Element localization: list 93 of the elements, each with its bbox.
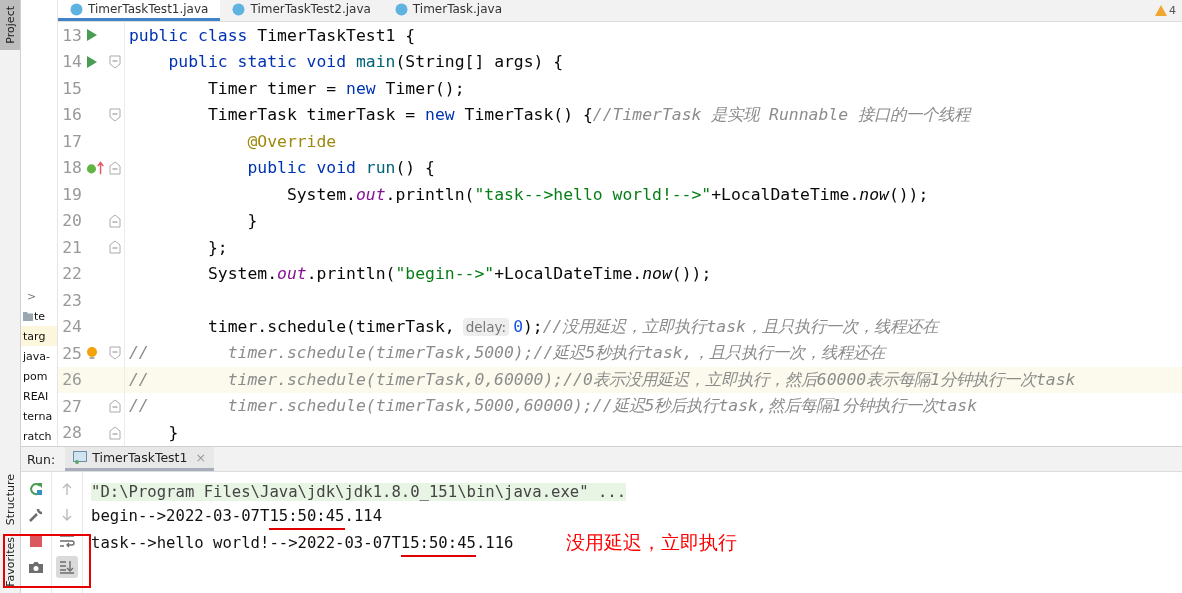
fold-marker-icon[interactable] [109,54,121,69]
string-literal: "begin-->" [395,264,495,284]
tool-window-tab[interactable]: Favorites [0,531,20,593]
project-tree-item[interactable]: java- [21,346,57,366]
tool-window-tab[interactable]: Structure [0,468,20,532]
line-number: 15 [61,78,82,98]
project-tree-item[interactable]: ratch [21,426,57,446]
keyword: public static void [167,52,348,72]
code-text: (String[] args) { [395,52,564,72]
fold-marker-icon[interactable] [109,160,121,175]
line-number: 19 [61,184,82,204]
line-number: 23 [61,290,82,310]
string-literal: "task-->hello world!-->" [474,184,712,204]
method-name: main [355,52,396,72]
project-tree-item[interactable]: pom [21,366,57,386]
method-name: run [365,158,396,178]
console-output: task-->hello world!-->2022-03-07T15:50:45.116 [91,534,514,557]
code-text: .println( [385,184,475,204]
scroll-to-end-icon[interactable] [56,556,78,578]
project-tree-item[interactable]: targ [21,326,57,346]
annotation: @Override [246,131,337,151]
field-name: out [355,184,386,204]
override-marker-icon[interactable] [86,159,106,176]
fold-marker-icon[interactable] [109,107,121,122]
code-text: TimerTask() { [464,105,593,125]
lightbulb-icon[interactable] [86,346,98,361]
line-number: 14 [61,52,82,72]
code-text: Timer timer = [206,78,338,98]
fold-marker-icon[interactable] [109,399,121,414]
code-text: TimerTaskTest1 { [257,25,416,45]
method-call: now [642,264,672,284]
line-number: 21 [61,237,82,257]
code-text: }; [206,237,228,257]
keyword: new [425,105,456,125]
code-text: System. [206,264,278,284]
code-text: .println( [306,264,396,284]
run-label: Run: [26,450,57,469]
code-text: System. [285,184,356,204]
line-number: 20 [61,211,82,231]
method-call: now [859,184,889,204]
code-text: timer.schedule(timerTask, [206,317,455,337]
console-icon [73,451,89,464]
console-output: begin-->2022-03-07T15:50:45.114 [91,507,383,530]
code-text: } [246,211,258,231]
line-number: 16 [61,105,82,125]
parameter-hint: delay: [462,317,510,336]
project-tree-item[interactable]: > [21,286,57,306]
fold-marker-icon[interactable] [109,213,121,228]
number-literal: 0 [513,317,523,337]
fold-marker-icon[interactable] [109,425,121,440]
project-tree-item[interactable]: REAI [21,386,57,406]
editor-tab[interactable]: TimerTaskTest2.java [220,0,383,21]
code-comment: // timer.schedule(timerTask,5000);//延迟5秒执行task,，且只执行一次，线程还在 [129,342,885,365]
line-number: 13 [61,25,82,45]
line-number: 26 [61,370,82,390]
folder-icon [23,311,33,321]
code-text: TimerTask timerTask = [206,105,417,125]
warnings-indicator[interactable]: 4 [1149,0,1182,21]
fold-marker-icon[interactable] [109,240,121,255]
tool-window-tab[interactable]: Project [0,0,20,50]
code-comment: // timer.schedule(timerTask,0,60000);//0表示没用延迟，立即执行，然后60000表示每隔1分钟执行一次task [129,368,1076,391]
project-tree-item[interactable]: terna [21,406,57,426]
line-number: 22 [61,264,82,284]
editor-tab[interactable]: TimerTask.java [382,0,514,21]
code-text: Timer(); [385,78,465,98]
code-text: +LocalDateTime. [711,184,860,204]
line-number: 28 [61,423,82,443]
line-number: 25 [61,343,82,363]
line-number: 18 [61,158,82,178]
project-tree-item[interactable]: te [21,306,57,326]
fold-marker-icon[interactable] [109,346,121,361]
field-name: out [277,264,307,284]
line-number: 27 [61,396,82,416]
run-icon[interactable] [86,54,98,69]
java-class-icon [232,2,246,16]
run-tab[interactable]: TimerTaskTest1 × [65,447,214,471]
keyword: public class [129,25,249,45]
code-text: +LocalDateTime. [494,264,643,284]
code-text: ); [523,317,543,337]
editor-tab[interactable]: TimerTaskTest1.java [58,0,221,21]
annotation-note: 没用延迟，立即执行 [566,530,737,555]
keyword: new [346,78,377,98]
code-comment: //没用延迟，立即执行task，且只执行一次，线程还在 [542,315,938,338]
keyword: public void [246,158,357,178]
code-comment: //TimerTask 是实现 Runnable 接口的一个线程 [592,103,970,126]
code-text: } [167,423,179,443]
line-number: 17 [61,131,82,151]
code-text: () { [395,158,435,178]
code-comment: // timer.schedule(timerTask,5000,60000);//延迟5秒后执行task,然后每隔1分钟执行一次task [129,395,978,418]
run-icon[interactable] [86,28,98,43]
java-class-icon [70,2,83,16]
java-class-icon [394,2,408,16]
line-number: 24 [61,317,82,337]
